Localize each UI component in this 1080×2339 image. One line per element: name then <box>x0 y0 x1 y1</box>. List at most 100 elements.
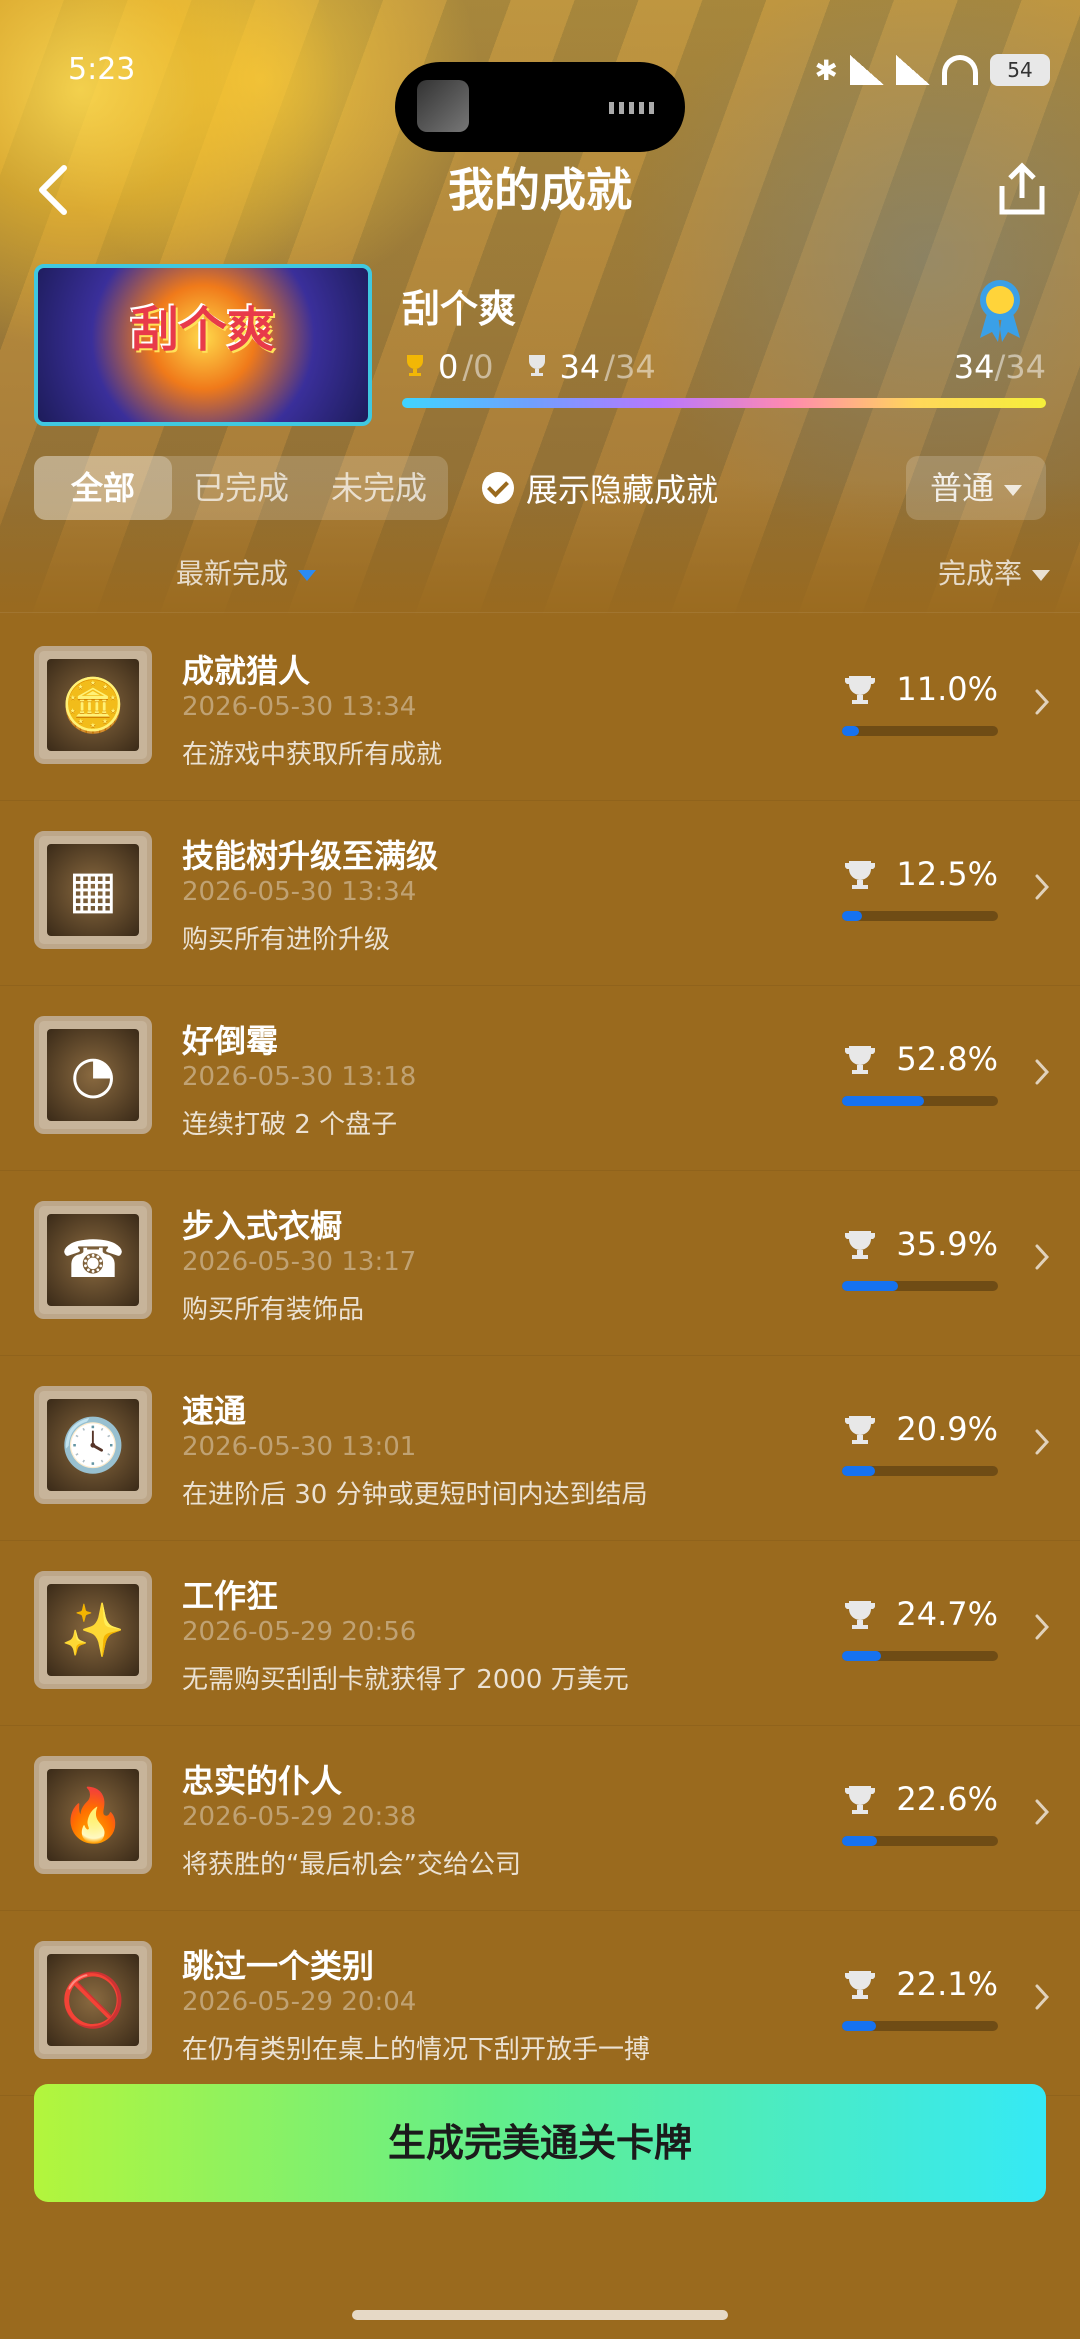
achievement-desc: 购买所有进阶升级 <box>182 925 391 955</box>
achievement-date: 2026-05-29 20:04 <box>182 1987 417 2017</box>
achievement-name: 速通 <box>182 1392 247 1430</box>
share-icon <box>999 162 1045 215</box>
achievement-row[interactable]: 🪙 成就猎人 2026-05-30 13:34 在游戏中获取所有成就 11.0% <box>0 616 1080 801</box>
sort-completion-rate[interactable]: 完成率 <box>938 552 1050 592</box>
achievement-name: 跳过一个类别 <box>182 1947 375 1985</box>
trophy-icon <box>844 1971 876 1999</box>
show-hidden-label: 展示隐藏成就 <box>526 471 719 509</box>
completion-rate: 24.7% <box>896 1595 998 1633</box>
audio-wave-icon <box>609 102 655 114</box>
trophy-icon <box>844 1786 876 1814</box>
completion-bar-fill <box>842 1466 875 1476</box>
achievement-icon: 🔥 <box>34 1756 152 1874</box>
achievement-icon: ✨ <box>34 1571 152 1689</box>
completion-rate: 22.1% <box>896 1965 998 2003</box>
coin-plunger-icon: 🪙 <box>60 676 126 736</box>
silver-total: /34 <box>604 348 656 386</box>
completion-bar <box>842 911 998 921</box>
achievement-list: 🪙 成就猎人 2026-05-30 13:34 在游戏中获取所有成就 11.0%… <box>0 616 1080 2096</box>
completion-bar <box>842 726 998 736</box>
completion-bar-fill <box>842 2021 877 2031</box>
mode-dropdown[interactable]: 普通 <box>906 456 1046 520</box>
game-cover[interactable]: 刮个爽 <box>34 264 372 426</box>
achievement-desc: 连续打破 2 个盘子 <box>182 1110 398 1140</box>
achievement-desc: 在仍有类别在桌上的情况下刮开放手一搏 <box>182 2035 651 2065</box>
chevron-right-icon <box>1035 874 1050 900</box>
divider <box>0 612 1080 613</box>
achievement-row[interactable]: ◔ 好倒霉 2026-05-30 13:18 连续打破 2 个盘子 52.8% <box>0 986 1080 1171</box>
completion-bar-fill <box>842 726 860 736</box>
chevron-right-icon <box>1035 1059 1050 1085</box>
media-thumbnail <box>417 80 469 132</box>
achievement-row[interactable]: ▦ 技能树升级至满级 2026-05-30 13:34 购买所有进阶升级 12.… <box>0 801 1080 986</box>
home-indicator <box>352 2310 728 2320</box>
medal-icon <box>980 280 1020 342</box>
achievement-row[interactable]: ✨ 工作狂 2026-05-29 20:56 无需购买刮刮卡就获得了 2000 … <box>0 1541 1080 1726</box>
tab-completed[interactable]: 已完成 <box>172 456 310 520</box>
achievement-date: 2026-05-30 13:34 <box>182 692 417 722</box>
completion-bar <box>842 1096 998 1106</box>
status-bar: 5:23 ✱ 54 <box>0 40 1080 152</box>
overall-progress-bar <box>402 398 1046 408</box>
achievement-date: 2026-05-30 13:34 <box>182 877 417 907</box>
silver-earned: 34 <box>559 348 601 386</box>
signal-icon-2 <box>896 55 930 85</box>
achievement-row[interactable]: 🔥 忠实的仆人 2026-05-29 20:38 将获胜的“最后机会”交给公司 … <box>0 1726 1080 1911</box>
achievement-name: 技能树升级至满级 <box>182 837 439 875</box>
skill-tree-icon: ▦ <box>68 860 118 920</box>
trophy-counts: 0/0 34/34 <box>402 348 656 386</box>
sparkle-plate-icon: ✨ <box>60 1601 126 1661</box>
total-earned: 34 <box>953 348 995 386</box>
completion-rate: 20.9% <box>896 1410 998 1448</box>
completion-bar <box>842 2021 998 2031</box>
tab-all[interactable]: 全部 <box>34 456 172 520</box>
show-hidden-toggle[interactable]: 展示隐藏成就 <box>482 456 718 520</box>
achievement-name: 好倒霉 <box>182 1022 279 1060</box>
wifi-icon <box>942 55 978 85</box>
achievement-name: 成就猎人 <box>182 652 311 690</box>
game-name: 刮个爽 <box>402 287 517 331</box>
share-button[interactable] <box>994 160 1050 220</box>
achievement-date: 2026-05-29 20:38 <box>182 1802 417 1832</box>
gold-trophy-icon <box>407 355 423 376</box>
chevron-right-icon <box>1035 1429 1050 1455</box>
achievement-name: 步入式衣橱 <box>182 1207 343 1245</box>
sort-latest[interactable]: 最新完成 <box>176 552 317 592</box>
chevron-right-icon <box>1035 1984 1050 2010</box>
system-icons: ✱ 54 <box>815 50 1050 90</box>
sort-rate-label: 完成率 <box>937 557 1022 590</box>
signal-icon <box>850 55 884 85</box>
chevron-right-icon <box>1035 689 1050 715</box>
trophy-icon <box>844 861 876 889</box>
completion-rate: 52.8% <box>896 1040 998 1078</box>
chevron-right-icon <box>1035 1244 1050 1270</box>
dynamic-island <box>395 62 685 152</box>
achievement-date: 2026-05-29 20:56 <box>182 1617 417 1647</box>
completion-bar <box>842 1281 998 1291</box>
achievement-row[interactable]: 🚫 跳过一个类别 2026-05-29 20:04 在仍有类别在桌上的情况下刮开… <box>0 1911 1080 2096</box>
achievement-desc: 在游戏中获取所有成就 <box>182 740 443 770</box>
sort-down-icon <box>298 569 317 581</box>
achievement-desc: 购买所有装饰品 <box>182 1295 365 1325</box>
tab-incomplete[interactable]: 未完成 <box>310 456 448 520</box>
generate-card-button[interactable]: 生成完美通关卡牌 <box>34 2084 1046 2202</box>
completion-bar <box>842 1836 998 1846</box>
achievement-icon: 🪙 <box>34 646 152 764</box>
completion-bar-fill <box>842 1651 881 1661</box>
achievement-desc: 将获胜的“最后机会”交给公司 <box>182 1850 521 1880</box>
completion-rate: 22.6% <box>896 1780 998 1818</box>
achievement-icon: 🕓 <box>34 1386 152 1504</box>
status-time: 5:23 <box>68 52 136 87</box>
achievement-row[interactable]: 🕓 速通 2026-05-30 13:01 在进阶后 30 分钟或更短时间内达到… <box>0 1356 1080 1541</box>
completion-rate: 35.9% <box>896 1225 998 1263</box>
chevron-right-icon <box>1035 1799 1050 1825</box>
completion-bar <box>842 1466 998 1476</box>
bluetooth-icon: ✱ <box>814 53 838 87</box>
phone-stack-icon: ☎ <box>60 1230 126 1290</box>
gold-earned: 0 <box>438 348 459 386</box>
achievement-date: 2026-05-30 13:18 <box>182 1062 417 1092</box>
achievement-name: 工作狂 <box>182 1577 279 1615</box>
achievement-row[interactable]: ☎ 步入式衣橱 2026-05-30 13:17 购买所有装饰品 35.9% <box>0 1171 1080 1356</box>
achievement-date: 2026-05-30 13:01 <box>182 1432 417 1462</box>
completion-bar <box>842 1651 998 1661</box>
